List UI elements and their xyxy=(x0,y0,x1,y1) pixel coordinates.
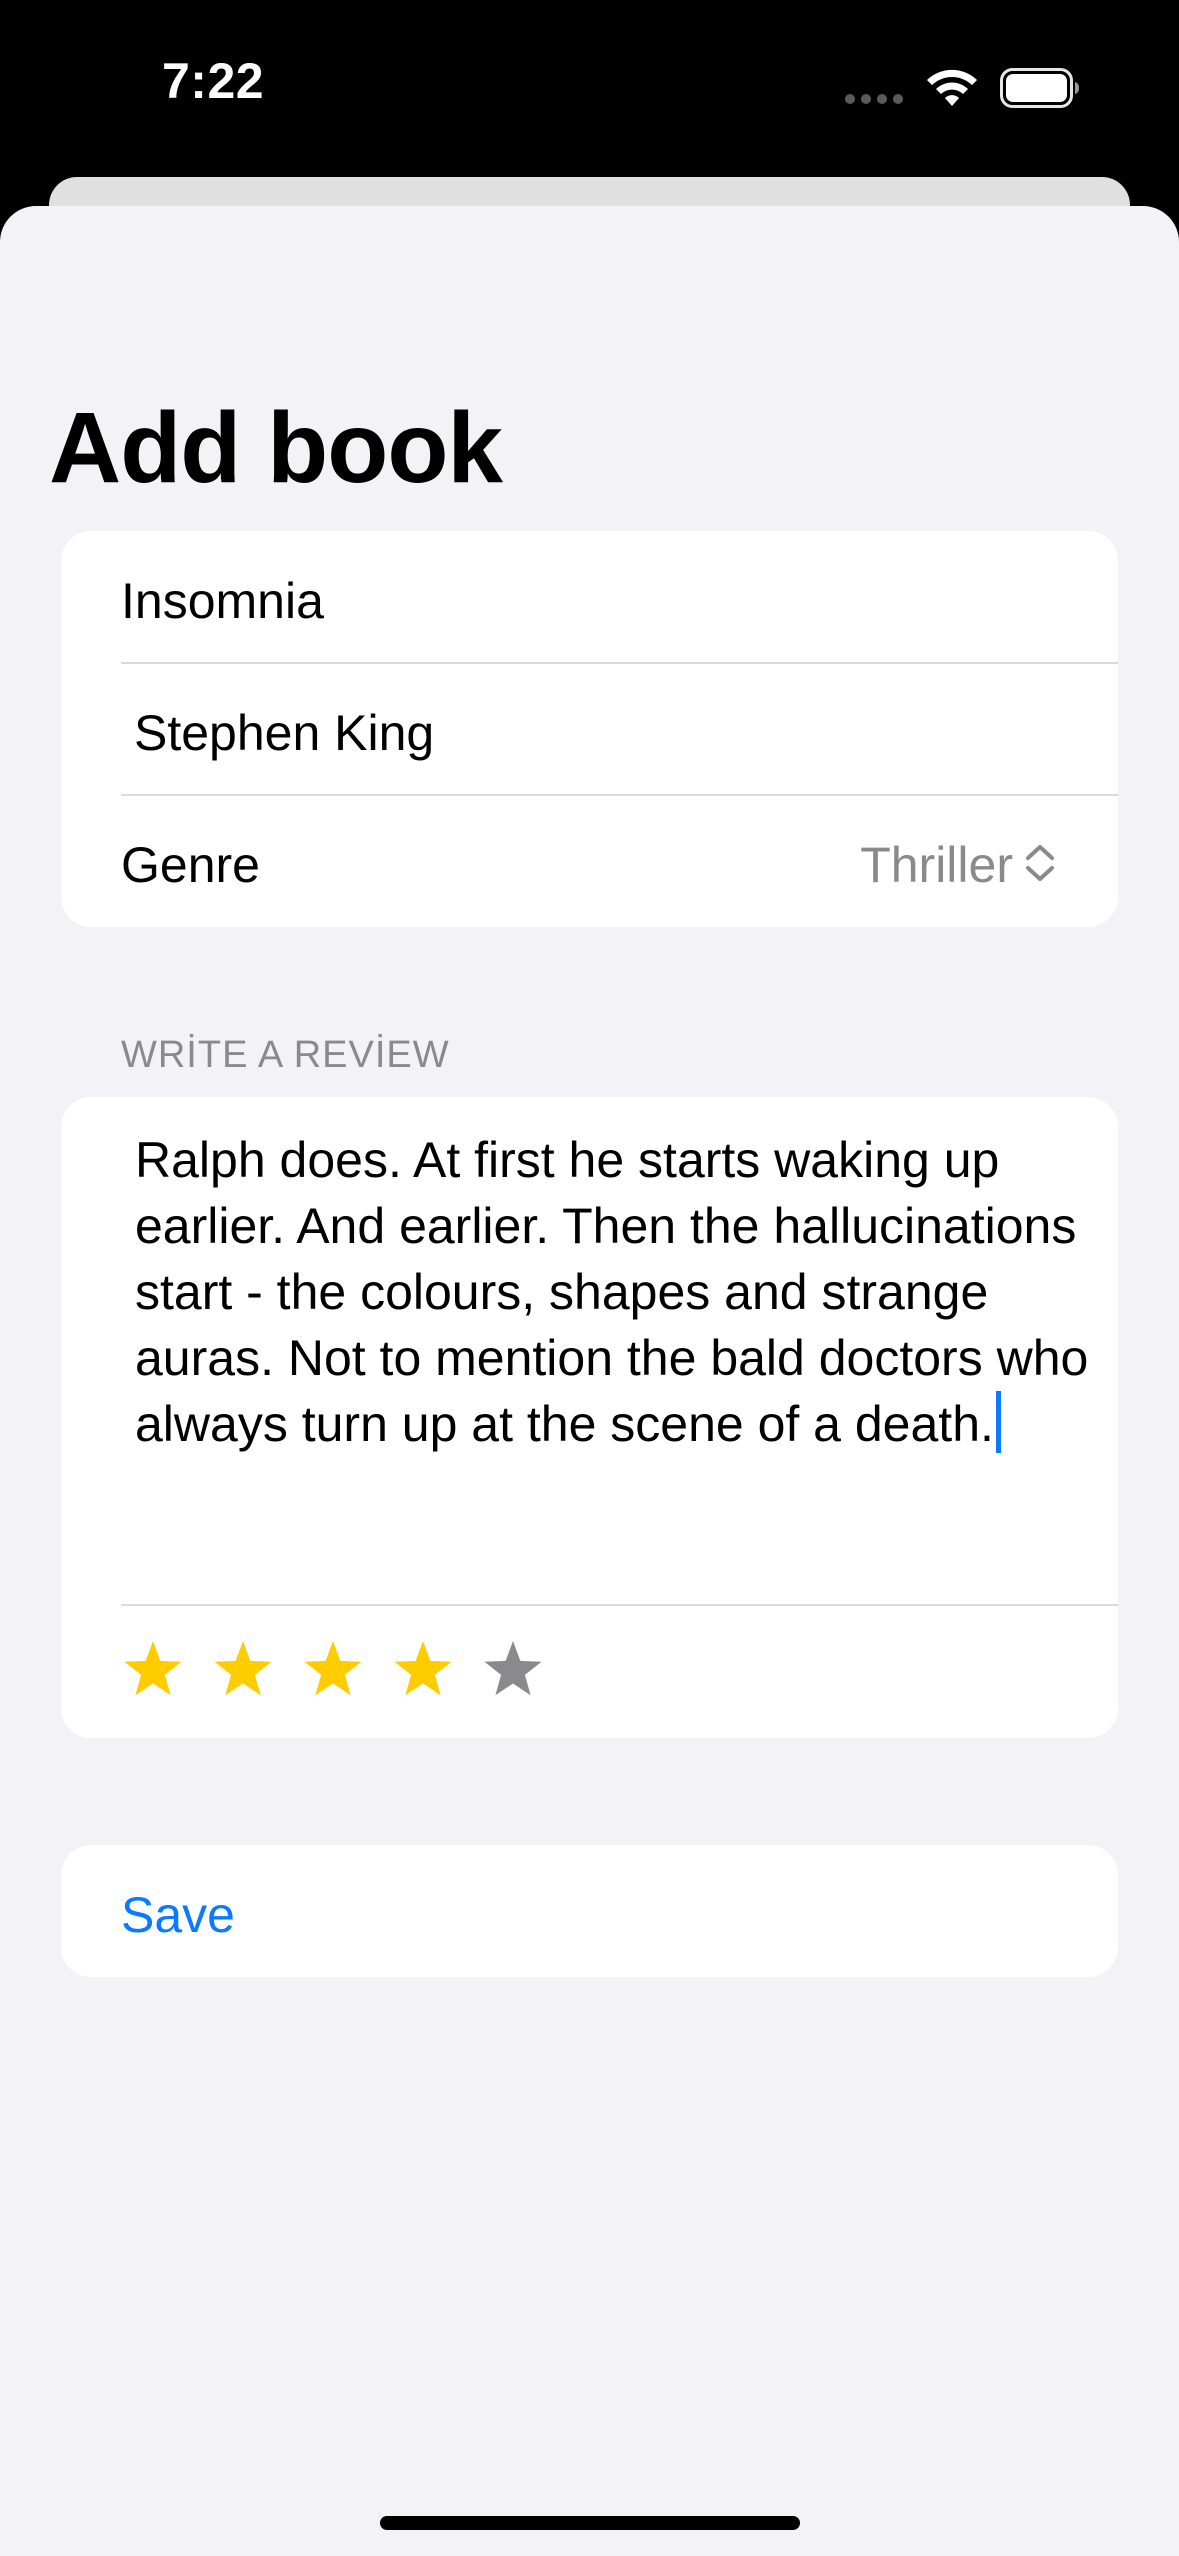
save-card: Save xyxy=(61,1845,1118,1977)
star-rating[interactable] xyxy=(121,1637,721,1707)
review-text: Ralph does. At first he starts waking up… xyxy=(135,1132,1089,1452)
star-filled-icon[interactable] xyxy=(121,1637,185,1701)
divider xyxy=(121,1604,1118,1606)
star-filled-icon[interactable] xyxy=(211,1637,275,1701)
genre-label: Genre xyxy=(121,837,260,893)
genre-picker-row[interactable]: Genre Thriller xyxy=(61,795,1118,927)
battery-icon xyxy=(1000,68,1079,108)
review-card: Ralph does. At first he starts waking up… xyxy=(61,1097,1118,1738)
chevron-up-down-icon[interactable] xyxy=(1022,841,1058,885)
home-indicator xyxy=(380,2516,800,2530)
title-field[interactable]: Insomnia xyxy=(121,571,324,631)
author-field[interactable]: Stephen King xyxy=(134,703,434,763)
status-time: 7:22 xyxy=(162,53,265,109)
save-button[interactable]: Save xyxy=(121,1885,235,1945)
book-details-card: Insomnia Stephen King Genre Thriller xyxy=(61,531,1118,927)
page-title: Add book xyxy=(49,392,503,504)
text-cursor xyxy=(995,1391,1001,1453)
wifi-icon xyxy=(927,69,977,106)
star-filled-icon[interactable] xyxy=(301,1637,365,1701)
star-empty-icon[interactable] xyxy=(481,1637,545,1701)
review-text-editor[interactable]: Ralph does. At first he starts waking up… xyxy=(135,1127,1115,1457)
cellular-dots-icon xyxy=(845,94,905,104)
title-field-row[interactable]: Insomnia xyxy=(61,531,1118,663)
status-bar: 7:22 xyxy=(0,0,1179,178)
genre-picker-value[interactable]: Thriller xyxy=(860,835,1013,895)
author-field-row[interactable]: Stephen King xyxy=(61,663,1118,795)
star-filled-icon[interactable] xyxy=(391,1637,455,1701)
review-section-header: WRİTE A REVİEW xyxy=(121,1034,450,1076)
